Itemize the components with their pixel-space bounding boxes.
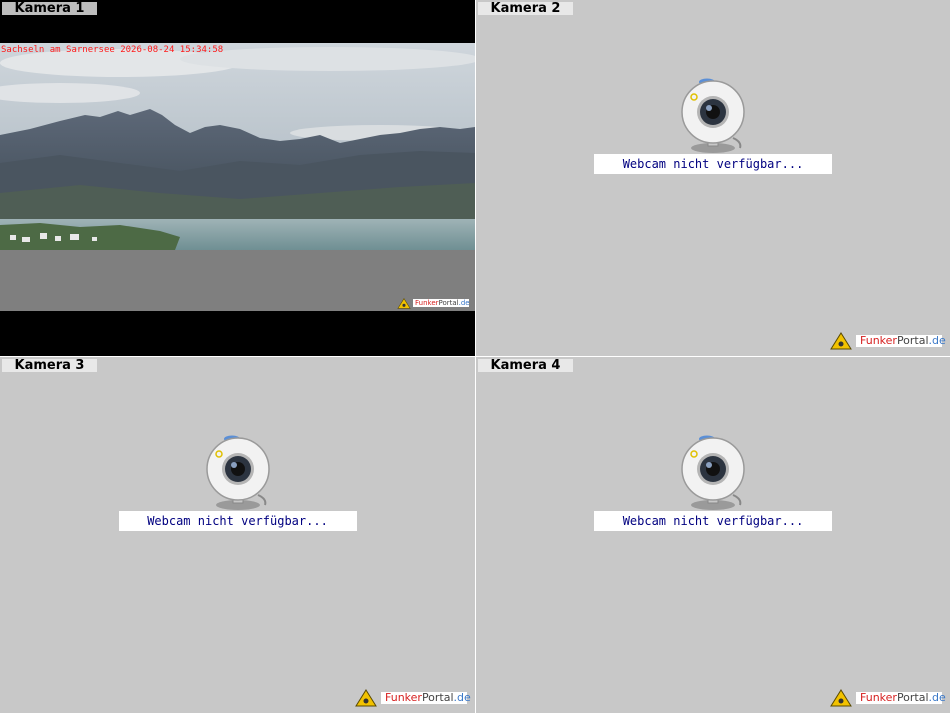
camera-2-panel[interactable]: Kamera 2 Webcam nicht verfügbar... Funke… <box>476 0 950 356</box>
webcam-icon <box>205 435 270 510</box>
camera-1-label: Kamera 1 <box>2 2 97 15</box>
brand-text: FunkerPortal.de <box>381 692 471 704</box>
camera-2-label: Kamera 2 <box>478 2 573 15</box>
camera-3-panel[interactable]: Kamera 3 Webcam nicht verfügbar... Funke… <box>0 357 475 713</box>
warning-icon <box>830 332 852 350</box>
warning-icon <box>355 689 377 707</box>
funkerportal-logo[interactable]: FunkerPortal.de <box>355 689 471 707</box>
warning-icon <box>830 689 852 707</box>
funkerportal-logo[interactable]: FunkerPortal.de <box>830 689 946 707</box>
brand-text: FunkerPortal.de <box>856 335 946 347</box>
unavailable-message: Webcam nicht verfügbar... <box>118 511 357 531</box>
warning-icon <box>397 297 411 309</box>
brand-text: FunkerPortal.de <box>413 299 470 307</box>
unavailable-message: Webcam nicht verfügbar... <box>594 154 832 174</box>
camera-3-label: Kamera 3 <box>2 359 97 372</box>
camera-4-panel[interactable]: Kamera 4 Webcam nicht verfügbar... Funke… <box>476 357 950 713</box>
webcam-image <box>0 43 475 311</box>
timestamp-overlay: Sachseln am Sarnersee 2026-08-24 15:34:5… <box>1 45 224 55</box>
webcam-icon <box>681 435 745 510</box>
webcam-icon <box>681 78 745 153</box>
camera-4-label: Kamera 4 <box>478 359 573 372</box>
brand-text: FunkerPortal.de <box>856 692 946 704</box>
unavailable-message: Webcam nicht verfügbar... <box>594 511 832 531</box>
funkerportal-logo[interactable]: FunkerPortal.de <box>830 332 946 350</box>
funkerportal-logo[interactable]: FunkerPortal.de <box>397 297 470 309</box>
camera-1-panel[interactable]: Kamera 1 Sachseln am Sarnersee 2026-08-2… <box>0 0 475 356</box>
